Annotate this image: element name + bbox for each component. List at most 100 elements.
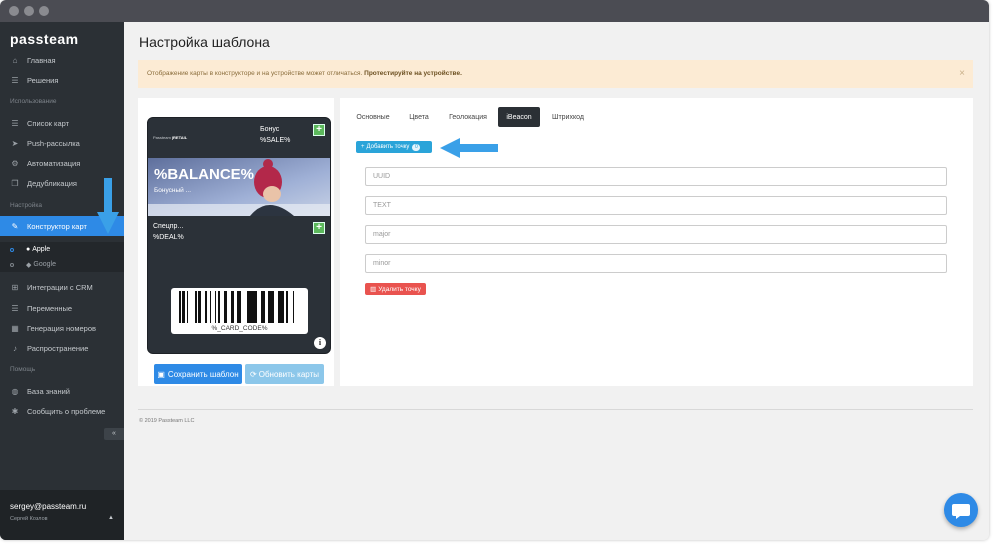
sidebar-item-variables[interactable]: ☰ Переменные (0, 298, 124, 318)
chat-bubble-icon (952, 504, 970, 519)
sidebar-item-label: Переменные (27, 303, 73, 313)
update-cards-button[interactable]: ⟳ Обновить карты (245, 364, 324, 384)
barcode-bar (179, 291, 181, 323)
save-template-button[interactable]: ▣ Сохранить шаблон (154, 364, 242, 384)
barcode[interactable]: %_CARD_CODE% (171, 288, 308, 334)
user-panel[interactable]: sergey@passteam.ru Сергей Козлов ▲ (0, 490, 124, 540)
window-titlebar (0, 0, 989, 22)
text-field[interactable]: TEXT (365, 196, 947, 215)
refresh-icon: ⟳ (250, 369, 257, 379)
user-name: Сергей Козлов (10, 516, 48, 522)
window-maximize-dot[interactable] (39, 6, 49, 16)
bug-icon: ✱ (11, 406, 19, 416)
add-point-button[interactable]: + Добавить точку 0 (356, 141, 432, 153)
sidebar-item-distribution[interactable]: ♪ Распространение (0, 338, 124, 358)
tab-basic[interactable]: Основные (350, 107, 396, 127)
tab-ibeacon[interactable]: iBeacon (498, 107, 540, 127)
window-close-dot[interactable] (9, 6, 19, 16)
sidebar: passteam ⌂ Главная ☰ Решения Использован… (0, 22, 124, 540)
save-template-label: Сохранить шаблон (167, 369, 239, 379)
info-icon[interactable]: i (314, 337, 326, 349)
card-bonus-label[interactable]: Бонус (260, 126, 279, 133)
card-brand-suffix: |RETAIL (171, 135, 188, 140)
delete-point-button[interactable]: ▥ Удалить точку (365, 283, 426, 295)
tab-geolocation[interactable]: Геолокация (443, 107, 493, 127)
add-point-label: Добавить точку (366, 144, 410, 150)
sidebar-subitem-label: Apple (32, 246, 51, 253)
list-icon: ☰ (11, 118, 19, 128)
sidebar-item-push[interactable]: ➤ Push-рассылка (0, 133, 124, 153)
barcode-bar (215, 291, 216, 323)
barcode-bar (271, 291, 273, 323)
barcode-bar (219, 291, 220, 323)
section-help: Помощь (10, 366, 36, 373)
sidebar-item-automation[interactable]: ⚙ Автоматизация (0, 153, 124, 173)
list-icon: ☰ (11, 75, 19, 85)
sidebar-item-label: Автоматизация (27, 158, 81, 168)
sidebar-item-solutions[interactable]: ☰ Решения (0, 70, 124, 90)
settings-icon: ⚙ (11, 158, 19, 168)
add-secondary-field-button[interactable]: + (313, 222, 325, 234)
barcode-bar (218, 291, 219, 323)
sidebar-collapse-button[interactable]: « (104, 428, 124, 440)
sidebar-item-report-problem[interactable]: ✱ Сообщить о проблеме (0, 401, 124, 421)
card-balance-field[interactable]: %BALANCE% (154, 166, 254, 183)
tab-barcode[interactable]: Штрихкод (546, 107, 590, 127)
add-header-field-button[interactable]: + (313, 124, 325, 136)
barcode-bar (269, 291, 271, 323)
app-logo[interactable]: passteam (10, 31, 79, 47)
sidebar-item-label: Сообщить о проблеме (27, 406, 106, 416)
plus-icon: + (361, 144, 365, 150)
sidebar-item-crm[interactable]: ⊞ Интеграции с CRM (0, 277, 124, 297)
pass-card-preview: Passteam |RETAIL Бонус %SALE% + %BALANCE… (147, 117, 331, 354)
alert-text: Отображение карты в конструкторе и на ус… (147, 70, 363, 77)
barcode-bar (195, 291, 197, 323)
minor-field[interactable]: minor (365, 254, 947, 273)
card-bonus-value[interactable]: %SALE% (260, 137, 290, 144)
sidebar-item-knowledge-base[interactable]: ◍ База знаний (0, 381, 124, 401)
tab-colors[interactable]: Цвета (402, 107, 436, 127)
card-deal-label[interactable]: Спецпр... (153, 223, 183, 230)
section-settings: Настройка (10, 202, 42, 209)
card-deal-value[interactable]: %DEAL% (153, 234, 184, 241)
sidebar-item-label: Список карт (27, 118, 70, 128)
barcode-text: %_CARD_CODE% (211, 325, 268, 332)
window-minimize-dot[interactable] (24, 6, 34, 16)
sidebar-item-label: Дедубликация (27, 178, 77, 188)
barcode-bar (283, 291, 284, 323)
globe-icon: ◍ (11, 386, 19, 396)
sidebar-item-label: Push-рассылка (27, 138, 80, 148)
sidebar-item-label: Главная (27, 55, 56, 65)
section-usage: Использование (10, 98, 57, 105)
barcode-bar (184, 291, 185, 323)
sidebar-item-card-list[interactable]: ☰ Список карт (0, 113, 124, 133)
major-field[interactable]: major (365, 225, 947, 244)
card-brand-logo[interactable]: Passteam |RETAIL (153, 135, 187, 140)
sidebar-item-home[interactable]: ⌂ Главная (0, 50, 124, 70)
sidebar-item-number-gen[interactable]: ▦ Генерация номеров (0, 318, 124, 338)
barcode-bar (281, 291, 283, 323)
barcode-bar (182, 291, 184, 323)
radio-bullet (10, 262, 14, 267)
sidebar-subitem-google[interactable]: ◆ Google (0, 257, 124, 272)
uuid-field[interactable]: UUID (365, 167, 947, 186)
card-strip-image[interactable]: %BALANCE% Бонусный ... (148, 158, 330, 216)
barcode-bar (264, 291, 265, 323)
trash-icon: ▥ (370, 286, 377, 293)
document-icon: ❐ (11, 178, 19, 188)
sidebar-item-label: Решения (27, 75, 59, 85)
diamond-icon: ◆ (26, 261, 32, 269)
delete-point-label: Удалить точку (378, 285, 421, 293)
send-icon: ➤ (11, 138, 19, 148)
barcode-graphic (179, 291, 294, 323)
caret-up-icon[interactable]: ▲ (108, 515, 114, 521)
barcode-bar (198, 291, 201, 323)
sidebar-subitem-apple[interactable]: ● Apple (0, 242, 124, 257)
close-icon[interactable]: × (959, 68, 965, 79)
sidebar-item-label: Интеграции с CRM (27, 282, 93, 292)
grid-icon: ▦ (11, 323, 19, 333)
alert-bold-text: Протестируйте на устройстве. (364, 70, 462, 77)
barcode-bar (210, 291, 211, 323)
chat-button[interactable] (944, 493, 978, 527)
barcode-bar (248, 291, 251, 323)
